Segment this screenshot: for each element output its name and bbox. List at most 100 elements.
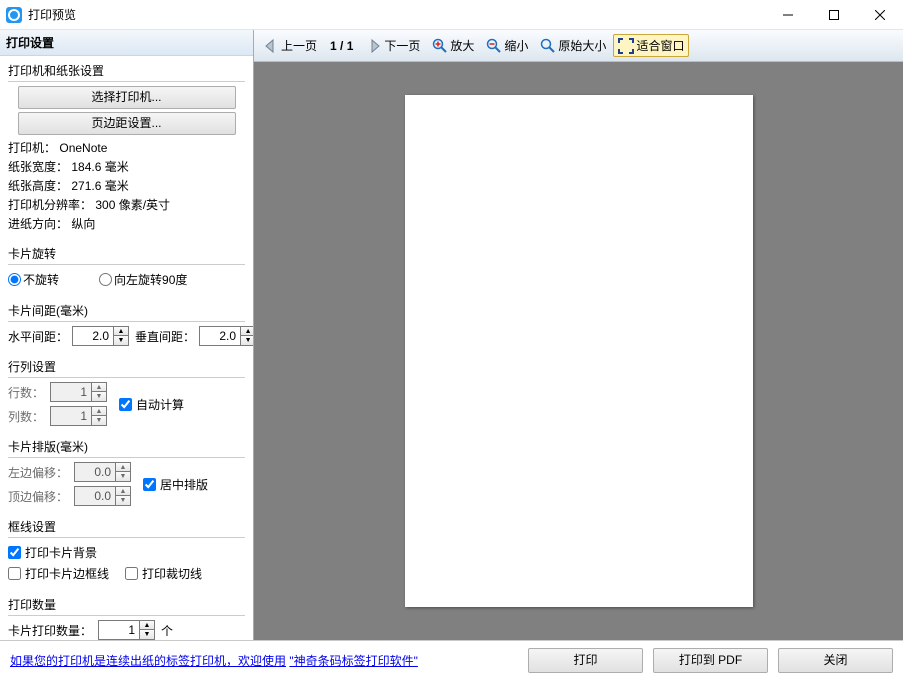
close-icon bbox=[875, 10, 885, 20]
footer-link-text-b: "神奇条码标签打印软件" bbox=[289, 654, 418, 668]
print-cut-label: 打印裁切线 bbox=[142, 565, 202, 582]
group-rowcol: 行列设置 行数： ▲▼ 列数： bbox=[8, 356, 245, 426]
print-pdf-button[interactable]: 打印到 PDF bbox=[653, 648, 768, 673]
group-border: 框线设置 打印卡片背景 打印卡片边框线 打印裁切线 bbox=[8, 516, 245, 584]
fit-window-icon bbox=[618, 38, 634, 54]
vspacing-spinner[interactable]: ▲▼ bbox=[199, 326, 253, 346]
vspacing-up[interactable]: ▲ bbox=[241, 327, 253, 336]
zoom-out-button[interactable]: 缩小 bbox=[481, 34, 533, 57]
zoom-out-icon bbox=[486, 38, 502, 54]
rotate-left90-radio[interactable]: 向左旋转90度 bbox=[99, 271, 187, 288]
cols-label: 列数： bbox=[8, 408, 44, 425]
rotate-none-input[interactable] bbox=[8, 273, 21, 286]
group-layout: 卡片排版(毫米) 左边偏移： ▲▼ 顶边偏移： bbox=[8, 436, 245, 506]
dpi-label: 打印机分辨率： bbox=[8, 198, 92, 212]
print-border-label: 打印卡片边框线 bbox=[25, 565, 109, 582]
auto-calc-input[interactable] bbox=[119, 398, 132, 411]
preview-toolbar: 上一页 1 / 1 下一页 放大 缩小 原始大小 bbox=[254, 30, 903, 62]
printer-label: 打印机： bbox=[8, 141, 56, 155]
print-bg-checkbox[interactable]: 打印卡片背景 bbox=[8, 542, 245, 563]
printer-value: OneNote bbox=[59, 141, 107, 155]
zoom-reset-button[interactable]: 原始大小 bbox=[535, 34, 611, 57]
rotate-none-radio[interactable]: 不旋转 bbox=[8, 271, 59, 288]
page-indicator: 1 / 1 bbox=[324, 39, 359, 53]
zoom-in-button[interactable]: 放大 bbox=[427, 34, 479, 57]
preview-page bbox=[405, 95, 753, 607]
maximize-button[interactable] bbox=[811, 0, 857, 30]
group-spacing-title: 卡片间距(毫米) bbox=[8, 300, 245, 322]
zoom-reset-icon bbox=[540, 38, 556, 54]
arrow-right-icon bbox=[366, 38, 382, 54]
cols-up: ▲ bbox=[92, 407, 106, 416]
close-button[interactable] bbox=[857, 0, 903, 30]
center-layout-input[interactable] bbox=[143, 478, 156, 491]
app-icon bbox=[6, 7, 22, 23]
footer-link[interactable]: 如果您的打印机是连续出纸的标签打印机，欢迎使用 "神奇条码标签打印软件" bbox=[10, 652, 418, 669]
rows-input bbox=[51, 385, 91, 399]
margin-settings-button[interactable]: 页边距设置... bbox=[18, 112, 236, 135]
count-input[interactable] bbox=[99, 623, 139, 637]
zoom-in-label: 放大 bbox=[450, 37, 474, 54]
footer: 如果您的打印机是连续出纸的标签打印机，欢迎使用 "神奇条码标签打印软件" 打印 … bbox=[0, 640, 903, 679]
paper-height-label: 纸张高度： bbox=[8, 179, 68, 193]
top-offset-label: 顶边偏移： bbox=[8, 488, 68, 505]
close-dialog-button[interactable]: 关闭 bbox=[778, 648, 893, 673]
left-offset-up: ▲ bbox=[116, 463, 130, 472]
print-border-checkbox[interactable]: 打印卡片边框线 bbox=[8, 563, 109, 584]
zoom-reset-label: 原始大小 bbox=[558, 37, 606, 54]
printer-info: 打印机： OneNote bbox=[8, 138, 245, 157]
print-bg-input[interactable] bbox=[8, 546, 21, 559]
hspacing-down[interactable]: ▼ bbox=[114, 336, 128, 345]
paper-width-label: 纸张宽度： bbox=[8, 160, 68, 174]
top-offset-spinner: ▲▼ bbox=[74, 486, 131, 506]
print-cut-checkbox[interactable]: 打印裁切线 bbox=[125, 563, 202, 584]
print-bg-label: 打印卡片背景 bbox=[25, 544, 97, 561]
vspacing-down[interactable]: ▼ bbox=[241, 336, 253, 345]
print-border-input[interactable] bbox=[8, 567, 21, 580]
left-offset-input bbox=[75, 465, 115, 479]
next-page-label: 下一页 bbox=[384, 37, 420, 54]
print-button[interactable]: 打印 bbox=[528, 648, 643, 673]
minimize-icon bbox=[783, 10, 793, 20]
feed-value: 纵向 bbox=[71, 217, 95, 231]
group-layout-title: 卡片排版(毫米) bbox=[8, 436, 245, 458]
count-unit: 个 bbox=[161, 622, 173, 639]
left-offset-label: 左边偏移： bbox=[8, 464, 68, 481]
auto-calc-checkbox[interactable]: 自动计算 bbox=[119, 394, 184, 415]
left-offset-spinner: ▲▼ bbox=[74, 462, 131, 482]
auto-calc-label: 自动计算 bbox=[136, 396, 184, 413]
title-bar: 打印预览 bbox=[0, 0, 903, 30]
center-layout-checkbox[interactable]: 居中排版 bbox=[143, 474, 208, 495]
window-title: 打印预览 bbox=[28, 6, 76, 23]
group-count-title: 打印数量 bbox=[8, 594, 245, 616]
count-spinner[interactable]: ▲▼ bbox=[98, 620, 155, 640]
hspacing-label: 水平间距： bbox=[8, 328, 68, 345]
hspacing-input[interactable] bbox=[73, 329, 113, 343]
cols-down: ▼ bbox=[92, 416, 106, 425]
fit-window-label: 适合窗口 bbox=[636, 37, 684, 54]
group-rowcol-title: 行列设置 bbox=[8, 356, 245, 378]
group-border-title: 框线设置 bbox=[8, 516, 245, 538]
rotate-left90-label: 向左旋转90度 bbox=[114, 271, 187, 288]
fit-window-button[interactable]: 适合窗口 bbox=[613, 34, 689, 57]
sidebar: 打印设置 打印机和纸张设置 选择打印机... 页边距设置... 打印机： One… bbox=[0, 30, 254, 640]
preview-canvas[interactable] bbox=[254, 62, 903, 640]
dpi-info: 打印机分辨率： 300 像素/英寸 bbox=[8, 195, 245, 214]
count-up[interactable]: ▲ bbox=[140, 621, 154, 630]
dpi-value: 300 像素/英寸 bbox=[95, 198, 170, 212]
vspacing-input[interactable] bbox=[200, 329, 240, 343]
select-printer-button[interactable]: 选择打印机... bbox=[18, 86, 236, 109]
footer-link-text-a: 如果您的打印机是连续出纸的标签打印机，欢迎使用 bbox=[10, 654, 286, 668]
top-offset-down: ▼ bbox=[116, 496, 130, 505]
hspacing-spinner[interactable]: ▲▼ bbox=[72, 326, 129, 346]
next-page-button[interactable]: 下一页 bbox=[361, 34, 425, 57]
rotate-left90-input[interactable] bbox=[99, 273, 112, 286]
hspacing-up[interactable]: ▲ bbox=[114, 327, 128, 336]
prev-page-button[interactable]: 上一页 bbox=[258, 34, 322, 57]
count-down[interactable]: ▼ bbox=[140, 630, 154, 639]
minimize-button[interactable] bbox=[765, 0, 811, 30]
vspacing-label: 垂直间距： bbox=[135, 328, 195, 345]
zoom-out-label: 缩小 bbox=[504, 37, 528, 54]
rotate-none-label: 不旋转 bbox=[23, 271, 59, 288]
print-cut-input[interactable] bbox=[125, 567, 138, 580]
